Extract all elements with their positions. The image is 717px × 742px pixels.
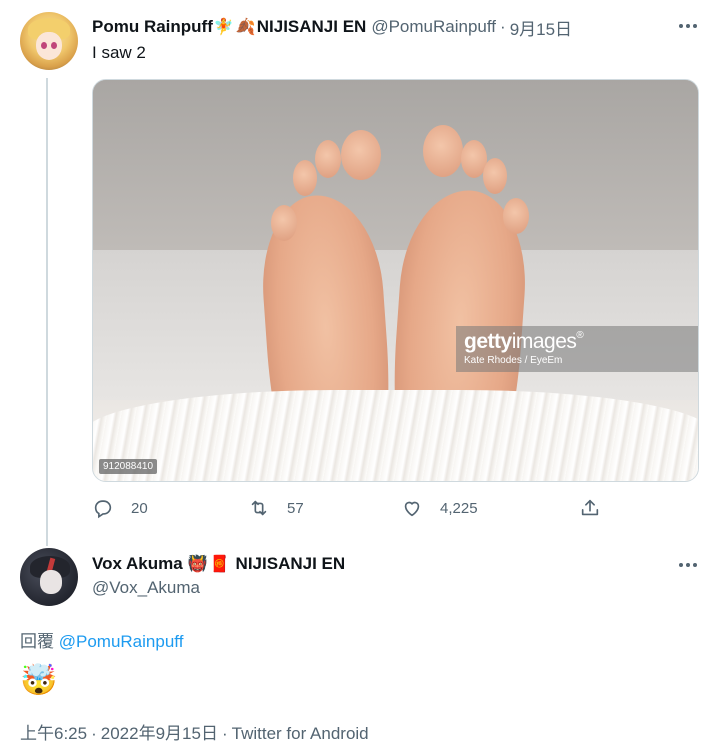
author-handle[interactable]: @Vox_Akuma [92, 578, 200, 598]
tweet-full-date[interactable]: 2022年9月15日 [101, 724, 218, 742]
meta-separator: · [91, 724, 97, 742]
image-id-label: 912088410 [99, 459, 158, 474]
heart-icon [404, 501, 420, 517]
vox-avatar[interactable] [20, 548, 78, 606]
share-button[interactable] [579, 497, 601, 519]
photo-fur-rug [93, 390, 698, 481]
author-name[interactable]: Vox Akuma [92, 554, 183, 574]
replying-to: 回覆 @PomuRainpuff [20, 627, 183, 652]
photo-toe [293, 160, 317, 196]
photo-toe [315, 140, 341, 178]
ogre-emoji: 👹 [187, 556, 208, 573]
retweet-button[interactable]: 57 [248, 497, 304, 519]
photo-toe [423, 125, 463, 177]
exploding-head-emoji: 🤯 [20, 664, 58, 697]
separator-dot: · [500, 17, 506, 36]
reply-prefix: 回覆 [20, 632, 54, 651]
photo-toe [483, 158, 507, 194]
fairy-emoji: 🧚 [213, 19, 234, 36]
avatar-face [40, 570, 62, 594]
photo-toe [271, 205, 297, 241]
tweet-time[interactable]: 上午6:25 [20, 724, 87, 742]
photo-toe [341, 130, 381, 180]
tweet-metadata: 上午6:25 · 2022年9月15日 · Twitter for Android [20, 719, 369, 742]
tweet-source[interactable]: Twitter for Android [232, 724, 369, 742]
like-button[interactable]: 4,225 [401, 497, 478, 519]
author-name[interactable]: Pomu Rainpuff [92, 17, 213, 37]
reply-mention-link[interactable]: @PomuRainpuff [59, 632, 184, 651]
pomu-avatar[interactable] [20, 12, 78, 70]
retweet-icon [251, 500, 267, 516]
more-options-icon[interactable] [678, 555, 698, 575]
like-count: 4,225 [440, 499, 478, 517]
reply-icon [94, 500, 112, 519]
tweet-actions-bar: 20 57 4,225 [92, 497, 612, 521]
tweet-date[interactable]: 9月15日 [510, 15, 572, 40]
avatar-face [36, 32, 62, 60]
more-options-icon[interactable] [678, 16, 698, 36]
tweet-photo[interactable]: gettyimages® Kate Rhodes / EyeEm 9120884… [92, 79, 699, 482]
getty-watermark: gettyimages® Kate Rhodes / EyeEm [456, 326, 698, 372]
thread-connector-line [46, 78, 48, 546]
tweet2-author-line: Vox Akuma 👹 🧧 NIJISANJI EN [92, 554, 345, 574]
photo-credit: Kate Rhodes / EyeEm [464, 355, 563, 366]
leaf-emoji: 🍂 [235, 19, 256, 36]
avatar-eye [51, 42, 57, 49]
tweet-text: I saw 2 [92, 43, 146, 62]
red-envelope-emoji: 🧧 [209, 556, 230, 573]
tweet1-header: Pomu Rainpuff 🧚 🍂 NIJISANJI EN @PomuRain… [92, 15, 572, 40]
author-name-suffix[interactable]: NIJISANJI EN [236, 554, 346, 574]
retweet-count: 57 [287, 499, 304, 517]
getty-logo: gettyimages® [464, 330, 584, 353]
reply-count: 20 [131, 499, 148, 517]
reply-button[interactable]: 20 [92, 497, 148, 519]
author-handle[interactable]: @PomuRainpuff [371, 17, 496, 37]
avatar-eye [41, 42, 47, 49]
share-icon [581, 499, 599, 516]
photo-toe [503, 198, 529, 234]
meta-separator: · [221, 724, 228, 742]
author-name-suffix[interactable]: NIJISANJI EN [257, 17, 367, 37]
